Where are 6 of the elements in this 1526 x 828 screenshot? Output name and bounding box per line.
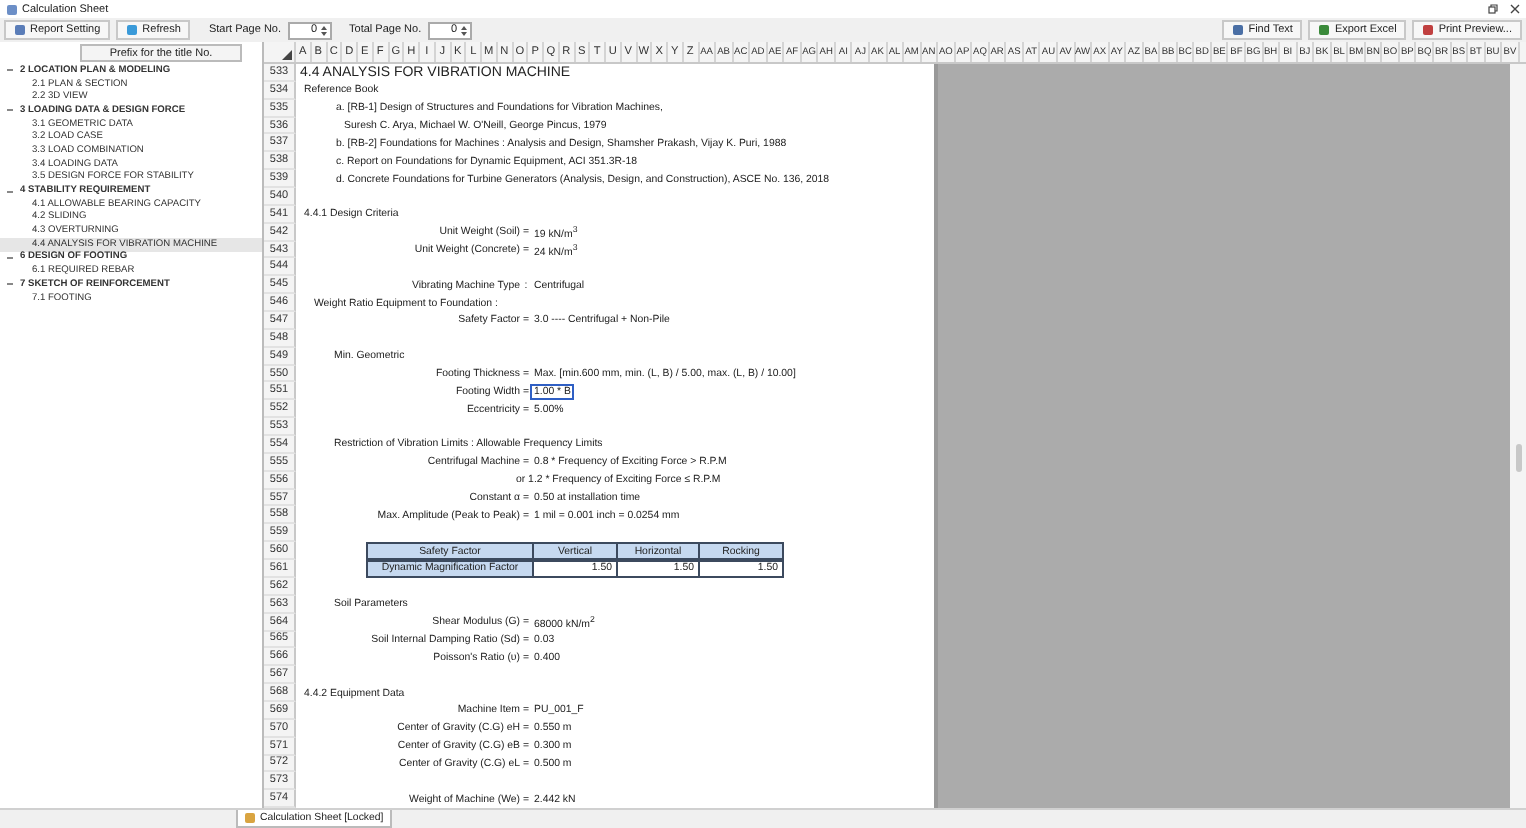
vertical-scrollbar[interactable] <box>1510 64 1526 808</box>
restore-icon[interactable] <box>1488 4 1498 14</box>
select-all-icon[interactable] <box>282 50 292 60</box>
close-icon[interactable] <box>1510 4 1520 14</box>
spinner-arrows-icon[interactable] <box>459 23 468 37</box>
spinner-arrows-icon[interactable] <box>319 23 328 37</box>
